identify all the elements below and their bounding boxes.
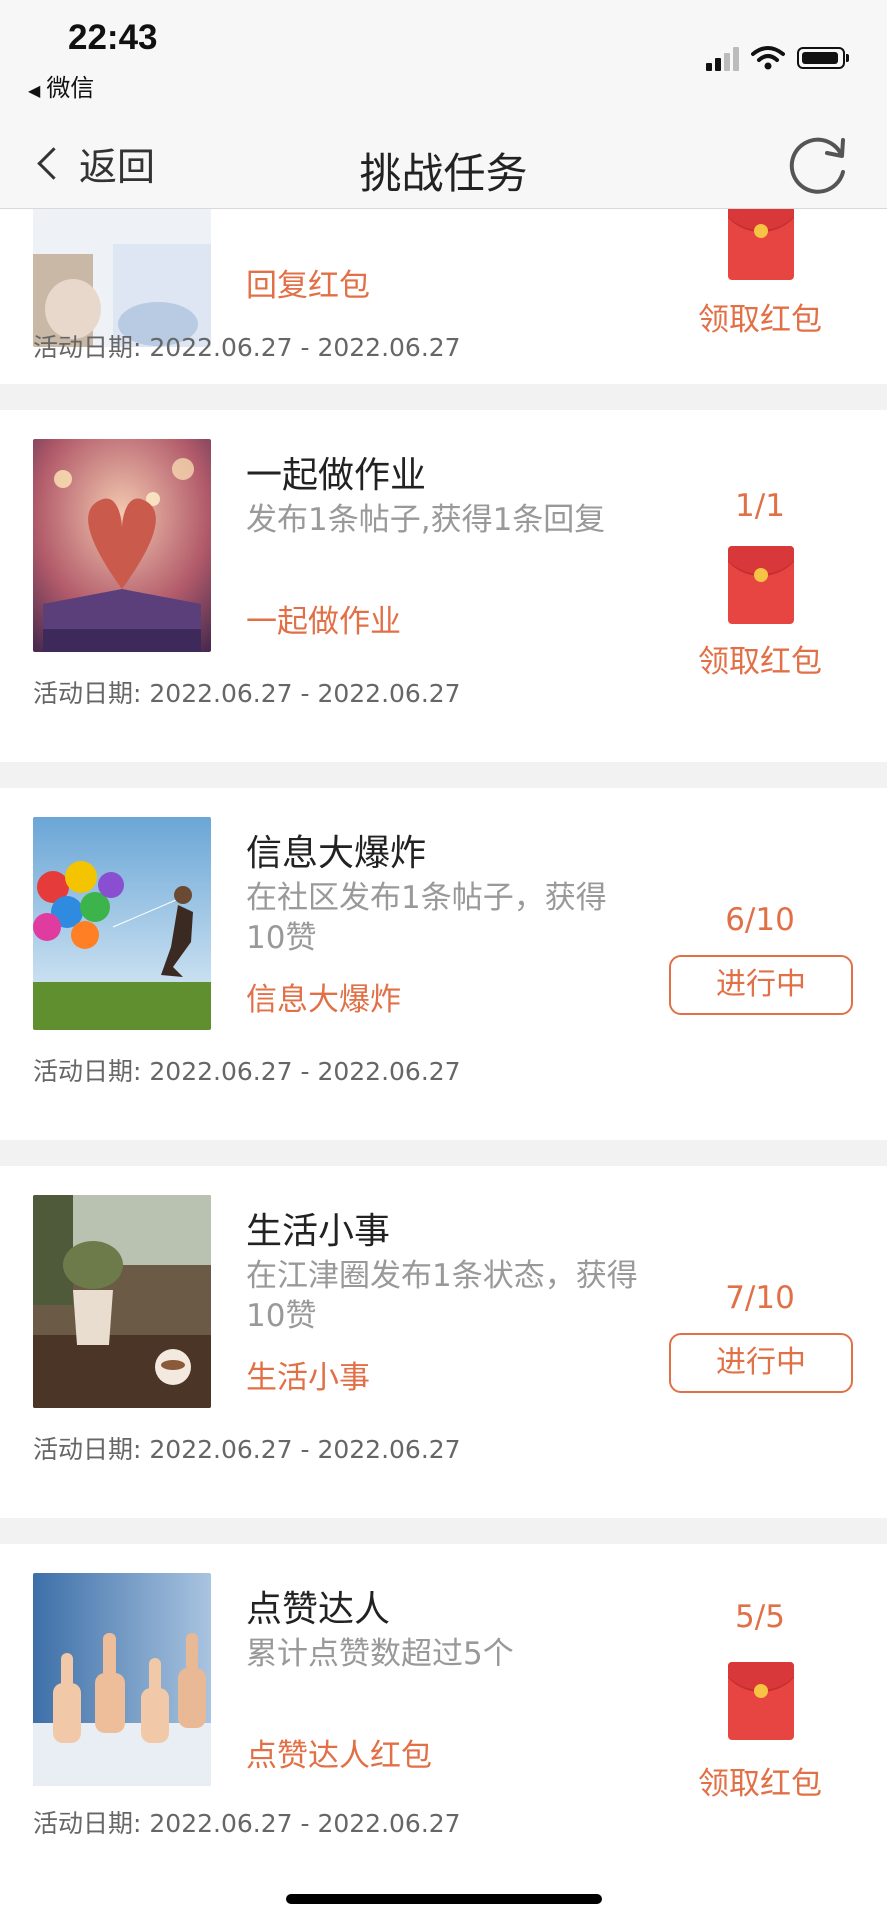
wifi-icon: [751, 46, 785, 70]
task-date: 活动日期: 2022.06.27 - 2022.06.27: [33, 1430, 461, 1466]
date-range: 2022.06.27 - 2022.06.27: [149, 679, 461, 708]
task-title: 点赞达人: [246, 1589, 391, 1630]
red-envelope-icon[interactable]: [728, 208, 794, 280]
task-progress: 6/10: [725, 902, 795, 938]
task-thumbnail: [33, 1195, 211, 1408]
status-bar: 22:43 ◀ 微信: [0, 0, 887, 118]
task-thumbnail: [33, 817, 211, 1030]
date-range: 2022.06.27 - 2022.06.27: [149, 1435, 461, 1464]
date-range: 2022.06.27 - 2022.06.27: [149, 333, 461, 362]
task-link[interactable]: 生活小事: [246, 1352, 370, 1397]
date-label: 活动日期:: [33, 1057, 142, 1086]
task-progress: 1/1: [735, 488, 785, 524]
task-card: 回复红包 领取红包 活动日期: 2022.06.27 - 2022.06.27: [0, 208, 887, 384]
task-card: 生活小事 在江津圈发布1条状态，获得10赞 生活小事 7/10 进行中 活动日期…: [0, 1166, 887, 1518]
in-progress-button[interactable]: 进行中: [669, 1333, 853, 1393]
task-progress: 7/10: [725, 1280, 795, 1316]
date-label: 活动日期:: [33, 333, 142, 362]
task-progress: 5/5: [735, 1599, 785, 1635]
task-thumbnail: [33, 439, 211, 652]
task-link[interactable]: 信息大爆炸: [246, 974, 401, 1019]
task-card: 一起做作业 发布1条帖子,获得1条回复 一起做作业 1/1 领取红包 活动日期:…: [0, 410, 887, 762]
status-time: 22:43: [68, 18, 158, 57]
back-app-label: 微信: [46, 74, 95, 102]
back-triangle-icon: ◀: [28, 81, 41, 100]
date-label: 活动日期:: [33, 1809, 142, 1838]
status-icons: [706, 40, 849, 76]
claim-envelope-button[interactable]: 领取红包: [660, 294, 860, 339]
task-title: 生活小事: [246, 1211, 391, 1252]
task-card: 点赞达人 累计点赞数超过5个 点赞达人红包 5/5 领取红包 活动日期: 202…: [0, 1544, 887, 1920]
task-link[interactable]: 回复红包: [246, 260, 370, 305]
back-to-app[interactable]: ◀ 微信: [28, 68, 94, 103]
red-envelope-icon[interactable]: [728, 546, 794, 624]
page-title: 挑战任务: [359, 149, 528, 198]
task-thumbnail: [33, 1573, 211, 1786]
in-progress-button[interactable]: 进行中: [669, 955, 853, 1015]
claim-envelope-button[interactable]: 领取红包: [660, 1758, 860, 1803]
cellular-signal-icon: [706, 45, 739, 71]
date-range: 2022.06.27 - 2022.06.27: [149, 1809, 461, 1838]
task-description: 在江津圈发布1条状态，获得10赞: [246, 1258, 638, 1334]
home-indicator[interactable]: [286, 1894, 602, 1904]
task-title: 一起做作业: [246, 455, 427, 496]
claim-envelope-button[interactable]: 领取红包: [660, 636, 860, 681]
task-title: 信息大爆炸: [246, 833, 427, 874]
task-card: 信息大爆炸 在社区发布1条帖子，获得10赞 信息大爆炸 6/10 进行中 活动日…: [0, 788, 887, 1140]
task-date: 活动日期: 2022.06.27 - 2022.06.27: [33, 328, 461, 364]
task-link[interactable]: 一起做作业: [246, 596, 401, 641]
date-range: 2022.06.27 - 2022.06.27: [149, 1057, 461, 1086]
task-list: 回复红包 领取红包 活动日期: 2022.06.27 - 2022.06.27: [0, 208, 887, 1920]
task-description: 发布1条帖子,获得1条回复: [246, 502, 606, 538]
red-envelope-icon[interactable]: [728, 1662, 794, 1740]
date-label: 活动日期:: [33, 1435, 142, 1464]
date-label: 活动日期:: [33, 679, 142, 708]
task-date: 活动日期: 2022.06.27 - 2022.06.27: [33, 1052, 461, 1088]
battery-icon: [797, 47, 849, 69]
nav-bar: 返回 挑战任务: [0, 118, 887, 209]
refresh-icon[interactable]: [785, 132, 851, 198]
task-link[interactable]: 点赞达人红包: [246, 1730, 432, 1775]
task-date: 活动日期: 2022.06.27 - 2022.06.27: [33, 674, 461, 710]
task-description: 在社区发布1条帖子，获得10赞: [246, 880, 607, 956]
task-description: 累计点赞数超过5个: [246, 1636, 514, 1672]
task-thumbnail: [33, 208, 211, 347]
task-date: 活动日期: 2022.06.27 - 2022.06.27: [33, 1804, 461, 1840]
